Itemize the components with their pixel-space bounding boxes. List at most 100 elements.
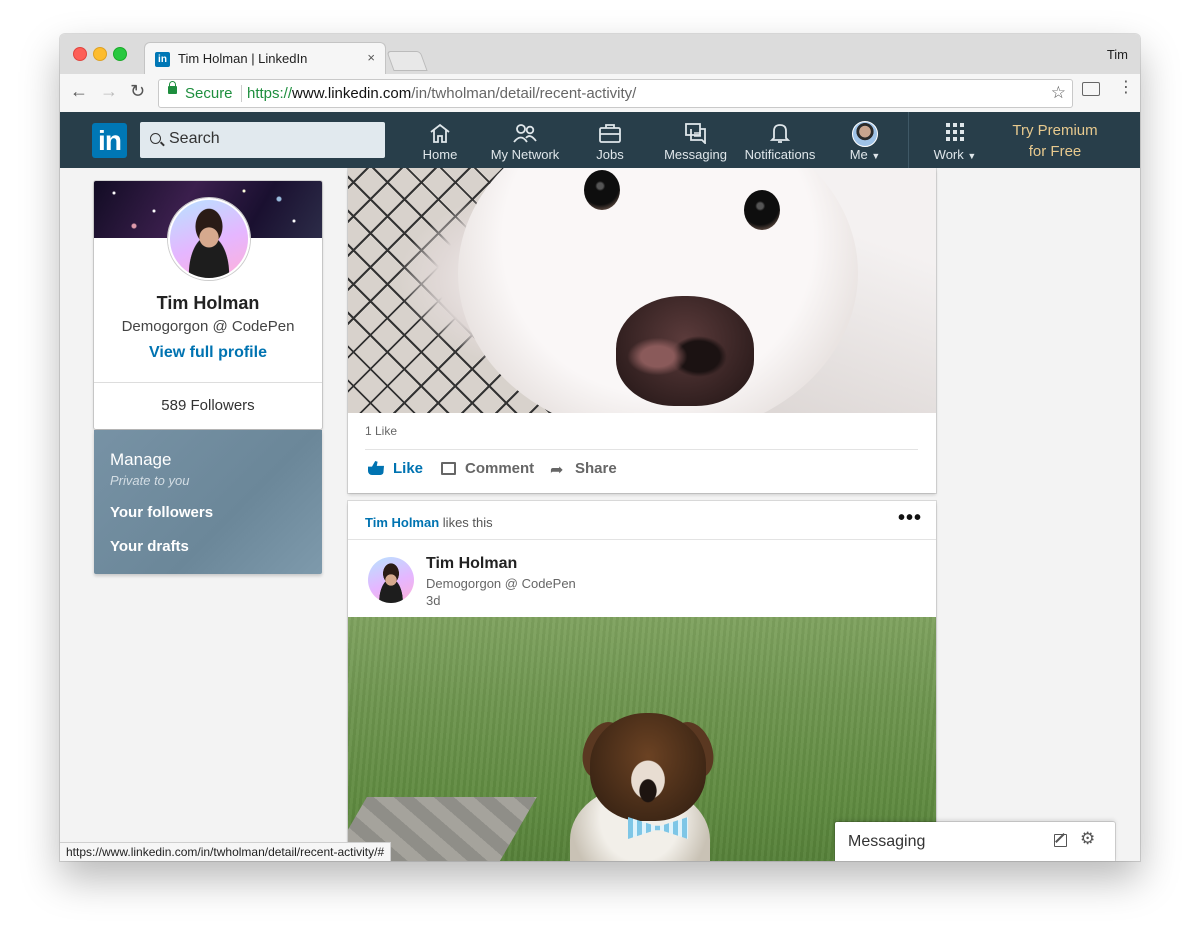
network-icon [513,124,537,143]
image-dog-nose [616,296,754,406]
image-puppy-head [590,713,706,821]
comment-icon [441,462,456,475]
manage-subtitle: Private to you [110,473,190,488]
liker-suffix: likes this [442,515,493,530]
image-dog-eye [584,170,620,210]
tab-strip: in Tim Holman | LinkedIn × Tim [60,34,1140,75]
post-divider [348,539,936,540]
nav-work[interactable]: Work ▼ [925,112,985,168]
cast-icon[interactable] [1082,82,1100,96]
browser-toolbar: ← → ↻ Secure https://www.linkedin.com/in… [60,74,1140,113]
nav-my-network[interactable]: My Network [485,112,565,168]
post-timestamp: 3d [426,593,441,608]
search-icon [150,133,161,144]
share-label: Share [575,460,617,477]
address-bar[interactable]: Secure https://www.linkedin.com/in/twhol… [158,79,1073,108]
new-tab-button[interactable] [386,51,428,71]
nav-home[interactable]: Home [410,112,470,168]
image-dog-eye [744,190,780,230]
nav-divider [908,112,909,168]
view-full-profile-link[interactable]: View full profile [94,344,322,362]
author-headline: Demogorgon @ CodePen [426,576,576,591]
reload-icon[interactable]: ↻ [130,81,145,102]
url-text[interactable]: https://www.linkedin.com/in/twholman/det… [247,85,636,102]
try-premium-link[interactable]: Try Premium for Free [1000,120,1110,162]
like-label: Like [393,460,424,477]
tab-close-icon[interactable]: × [367,50,375,65]
lock-icon [168,81,177,94]
nav-notifications-label: Notifications [744,147,816,162]
tab-title: Tim Holman | LinkedIn [178,51,308,66]
nav-notifications[interactable]: Notifications [740,112,820,168]
bookmark-star-icon[interactable]: ☆ [1051,83,1066,103]
close-window-button[interactable] [73,47,87,61]
search-input[interactable] [169,130,369,148]
nav-messaging[interactable]: Messaging [658,112,733,168]
nav-me[interactable]: Me ▼ [840,112,890,168]
nav-home-label: Home [422,147,458,162]
liker-link[interactable]: Tim Holman [365,515,439,530]
url-scheme: https:// [247,85,293,102]
author-avatar[interactable] [368,557,414,603]
post-context: Tim Holman likes this [365,515,493,530]
browser-status-bar: https://www.linkedin.com/in/twholman/det… [60,842,392,861]
nav-jobs-label: Jobs [596,147,624,162]
nav-work-label: Work ▼ [933,147,977,162]
nav-jobs[interactable]: Jobs [580,112,640,168]
post-image-dog[interactable] [348,168,936,413]
nav-my-network-label: My Network [490,147,560,162]
like-button[interactable]: Like [368,460,423,484]
browser-tab[interactable]: in Tim Holman | LinkedIn × [144,42,386,75]
likes-count[interactable]: 1 Like [365,424,397,438]
comment-button[interactable]: Comment [441,460,534,484]
profile-name[interactable]: Tim Holman [94,293,322,314]
linkedin-logo[interactable]: in [92,123,127,158]
premium-line-2: for Free [1028,143,1082,160]
activity-feed: 1 Like Like Comment ➦ Share Tim Holman li… [348,168,936,861]
messaging-title: Messaging [848,833,926,850]
chevron-down-icon: ▼ [871,151,881,161]
profile-divider [94,382,322,383]
search-box[interactable] [140,122,385,158]
profile-avatar[interactable] [168,198,250,280]
browser-profile-name[interactable]: Tim [1107,47,1128,62]
briefcase-icon [599,124,621,143]
author-name[interactable]: Tim Holman [426,555,517,573]
messaging-icon [684,123,706,144]
nav-messaging-label: Messaging [664,147,727,162]
messaging-bar[interactable]: Messaging ⚙ [835,822,1115,861]
your-followers-link[interactable]: Your followers [110,504,213,521]
zoom-window-button[interactable] [113,47,127,61]
forward-arrow-icon[interactable]: → [100,81,118,102]
linkedin-favicon-icon: in [155,52,170,67]
omnibox-divider [241,85,242,102]
linkedin-navbar: in Home My Network Jobs Messaging Notifi… [60,112,1140,168]
your-drafts-link[interactable]: Your drafts [110,538,189,555]
premium-line-1: Try Premium [1012,122,1098,139]
share-button[interactable]: ➦ Share [550,460,617,484]
profile-headline: Demogorgon @ CodePen [121,318,295,335]
post-menu-icon[interactable]: ••• [898,508,922,528]
avatar [852,121,878,147]
compose-icon[interactable] [1054,834,1067,847]
back-arrow-icon[interactable]: ← [70,81,88,102]
manage-title: Manage [110,450,172,469]
post-divider [365,449,918,450]
feed-post: 1 Like Like Comment ➦ Share [348,168,936,493]
url-host: www.linkedin.com [292,85,412,102]
profile-card: Tim Holman Demogorgon @ CodePen View ful… [94,181,322,429]
share-arrow-icon: ➦ [550,462,564,479]
chevron-down-icon: ▼ [967,151,977,161]
page-content: Tim Holman Demogorgon @ CodePen View ful… [60,168,1140,861]
nav-me-label: Me ▼ [849,147,881,162]
comment-label: Comment [465,460,535,477]
browser-menu-icon[interactable]: ⋮ [1118,80,1134,96]
followers-count[interactable]: 589 Followers [94,397,322,414]
browser-window: in Tim Holman | LinkedIn × Tim ← → ↻ Sec… [60,34,1140,861]
feed-post: Tim Holman likes this ••• Tim Holman Dem… [348,501,936,861]
grid-icon [946,123,964,141]
minimize-window-button[interactable] [93,47,107,61]
home-icon [430,123,450,143]
gear-icon[interactable]: ⚙ [1080,829,1095,849]
secure-label: Secure [185,85,233,102]
